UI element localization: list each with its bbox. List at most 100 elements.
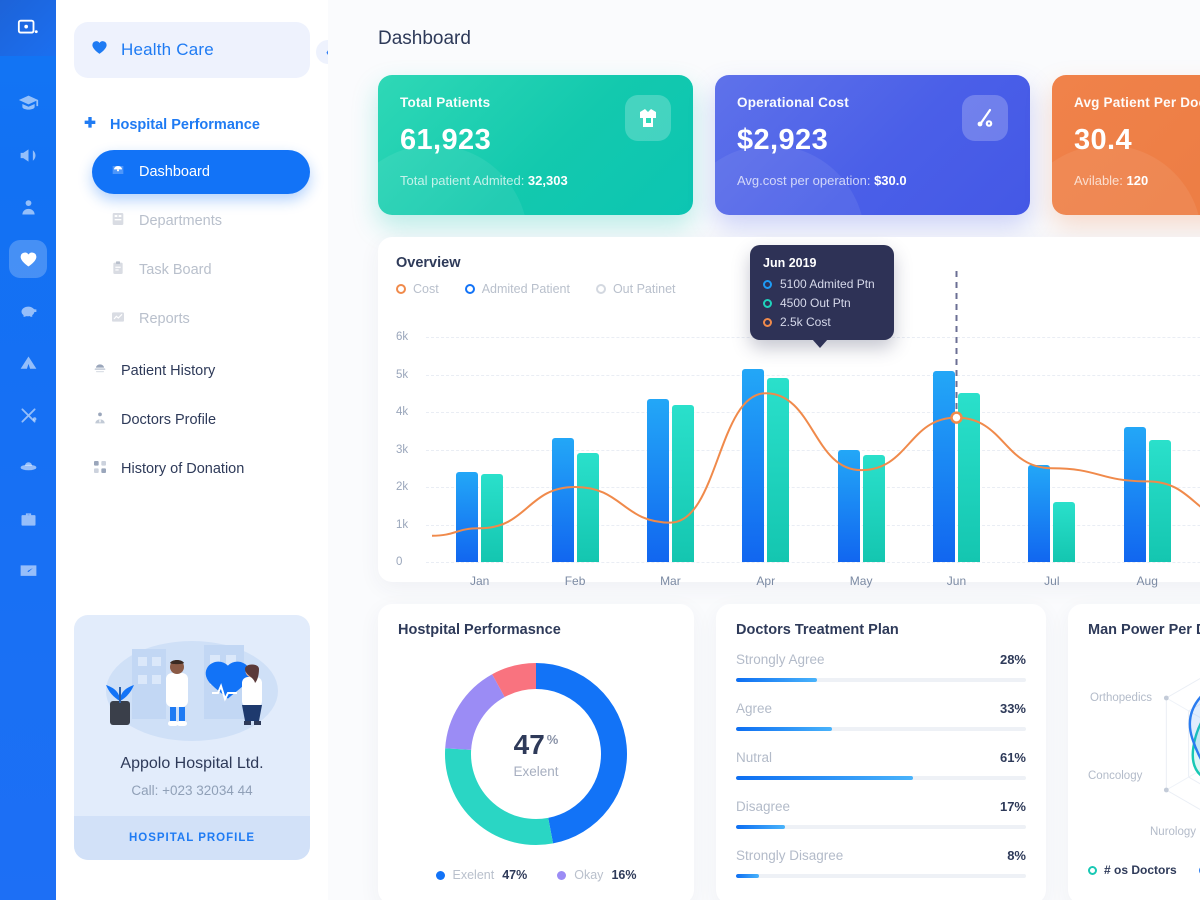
performance-donut-chart[interactable]: 47% Exelent	[436, 654, 636, 854]
dashboard-icon	[110, 162, 126, 182]
sidebar-root-items: Patient History Doctors Profile History …	[74, 349, 310, 491]
bar-admited-patient[interactable]	[837, 449, 860, 562]
bar-group[interactable]: Feb	[527, 337, 622, 588]
bar-group[interactable]: Jun	[909, 337, 1004, 588]
megaphone-icon[interactable]	[9, 136, 47, 174]
legend-dot-icon	[557, 870, 567, 880]
sidebar-item-reports[interactable]: Reports	[92, 297, 310, 341]
legend-label: Exelent	[452, 868, 495, 882]
stat-card-sub-prefix: Avilable:	[1074, 173, 1127, 188]
bar-out-patinet[interactable]	[767, 378, 790, 562]
sidebar-subitems: Dashboard Departments Task Board Reports	[74, 150, 310, 341]
legend-dot-icon	[435, 870, 445, 880]
briefcase-icon[interactable]	[9, 500, 47, 538]
panel-title: Doctors Treatment Plan	[736, 622, 899, 638]
treatment-plan-value: 33%	[999, 701, 1026, 716]
presentation-chart-icon[interactable]	[9, 552, 47, 590]
treatment-plan-label: Disagree	[736, 799, 791, 814]
piggy-bank-icon[interactable]	[9, 292, 47, 330]
bar-group[interactable]: Mar	[623, 337, 718, 588]
overview-plot: 01k2k3k4k5k6k JanFebMarAprMayJunJulAugSe…	[396, 337, 1200, 588]
legend-ring-icon	[1088, 865, 1097, 875]
bar-out-patinet[interactable]	[862, 455, 885, 562]
sidebar-item-history-of-donation[interactable]: History of Donation	[74, 447, 310, 491]
stat-card-avg-patient-per-doctor[interactable]: Avg Patient Per Doctor 30.4 Avilable: 12…	[1052, 75, 1200, 215]
paper-plane-icon[interactable]	[9, 344, 47, 382]
bar-admited-patient[interactable]	[1028, 464, 1051, 562]
tools-icon[interactable]	[9, 396, 47, 434]
bar-out-patinet[interactable]	[1148, 440, 1171, 562]
bar-admited-patient[interactable]	[742, 368, 765, 562]
bar-groups: JanFebMarAprMayJunJulAugSepOctNov	[432, 337, 1200, 588]
ufo-icon[interactable]	[9, 448, 47, 486]
person-icon[interactable]	[9, 188, 47, 226]
legend-item-admited-patient[interactable]: Admited Patient	[464, 282, 570, 296]
bar-out-patinet[interactable]	[1053, 502, 1076, 562]
x-axis-tick: Apr	[756, 574, 776, 588]
bar-out-patinet[interactable]	[481, 473, 504, 562]
stat-card-operational-cost[interactable]: Operational Cost $2,923 Avg.cost per ope…	[715, 75, 1030, 215]
medical-cross-icon	[82, 115, 98, 135]
sidebar-item-label: History of Donation	[121, 461, 245, 477]
sidebar-item-patient-history[interactable]: Patient History	[74, 349, 310, 393]
sidebar-item-departments[interactable]: Departments	[92, 199, 310, 243]
legend-item-cost[interactable]: Cost	[396, 282, 439, 296]
stat-cards: Total Patients 61,923 Total patient Admi…	[378, 75, 1200, 215]
sidebar-item-task-board[interactable]: Task Board	[92, 248, 310, 292]
bar-admited-patient[interactable]	[456, 472, 479, 562]
legend-label: Cost	[413, 282, 439, 296]
radar-axis-point	[1163, 695, 1169, 701]
sidebar-nav: Hospital Performance Dashboard Departmen…	[74, 110, 310, 491]
legend-value: 47%	[502, 868, 528, 882]
bar-admited-patient[interactable]	[551, 438, 574, 562]
stat-card-sub-prefix: Avg.cost per operation:	[737, 173, 875, 188]
surgical-scissors-icon	[962, 95, 1008, 141]
radar-legend: # os Doctors # os Nurses	[1088, 863, 1200, 877]
bar-admited-patient[interactable]	[932, 370, 955, 562]
bar-out-patinet[interactable]	[957, 393, 980, 562]
donut-legend-item-okay[interactable]: Okay 16%	[557, 868, 636, 882]
man-power-radar-chart[interactable]: Cardiology Orthopedics Concology Nurolog…	[1088, 644, 1200, 859]
donut-value-unit: %	[546, 731, 559, 747]
bar-out-patinet[interactable]	[576, 453, 599, 562]
y-axis-tick: 5k	[396, 368, 409, 381]
sidebar-item-dashboard[interactable]: Dashboard	[92, 150, 310, 194]
donut-legend-item-exelent[interactable]: Exelent 47%	[435, 868, 528, 882]
bar-group[interactable]: Sep	[1195, 337, 1200, 562]
bar-admited-patient[interactable]	[646, 398, 669, 562]
icon-rail	[0, 0, 56, 900]
treatment-plan-value: 28%	[999, 652, 1026, 667]
bar-out-patinet[interactable]	[671, 404, 694, 562]
bar-group[interactable]: Aug	[1100, 337, 1195, 588]
bar-group[interactable]: Apr	[718, 337, 813, 588]
graduation-cap-icon[interactable]	[9, 84, 47, 122]
radar-axis-point	[1163, 787, 1169, 793]
heart-pulse-icon[interactable]	[9, 240, 47, 278]
stat-card-total-patients[interactable]: Total Patients 61,923 Total patient Admi…	[378, 75, 693, 215]
sidebar-section-label: Hospital Performance	[110, 117, 260, 133]
sidebar-item-label: Patient History	[121, 363, 216, 379]
treatment-plan-label: Nutral	[736, 750, 773, 765]
sidebar-brand[interactable]: Health Care	[74, 22, 310, 78]
heart-pulse-icon	[90, 38, 109, 62]
hospital-profile-button[interactable]: HOSPITAL PROFILE	[74, 816, 310, 860]
promo-phone: Call: +023 32034 44	[131, 783, 253, 798]
donut-value-number: 47	[513, 729, 545, 760]
bar-admited-patient[interactable]	[1123, 427, 1146, 562]
sidebar-item-doctors-profile[interactable]: Doctors Profile	[74, 398, 310, 442]
radar-legend-item-doctors[interactable]: # os Doctors	[1088, 863, 1177, 877]
legend-item-out-patinet[interactable]: Out Patinet	[595, 282, 676, 296]
bar-group[interactable]: Jul	[1004, 337, 1099, 588]
sidebar-section-hospital-performance[interactable]: Hospital Performance	[74, 110, 310, 140]
donut-center-label: 47% Exelent	[436, 654, 636, 854]
bar-group[interactable]: May	[813, 337, 908, 588]
donut-caption: Exelent	[513, 764, 559, 779]
hospital-promo-card[interactable]: Appolo Hospital Ltd. Call: +023 32034 44…	[74, 615, 310, 860]
sidebar-item-label: Reports	[139, 311, 190, 327]
legend-label: Okay	[574, 868, 604, 882]
progress-fill	[736, 874, 760, 878]
bar-group[interactable]: Jan	[432, 337, 527, 588]
app-logo[interactable]	[0, 0, 56, 56]
legend-label: # os Doctors	[1104, 863, 1177, 877]
bottom-panels: Hostpital Performasnce 47% Exelent Exele…	[378, 604, 1200, 900]
